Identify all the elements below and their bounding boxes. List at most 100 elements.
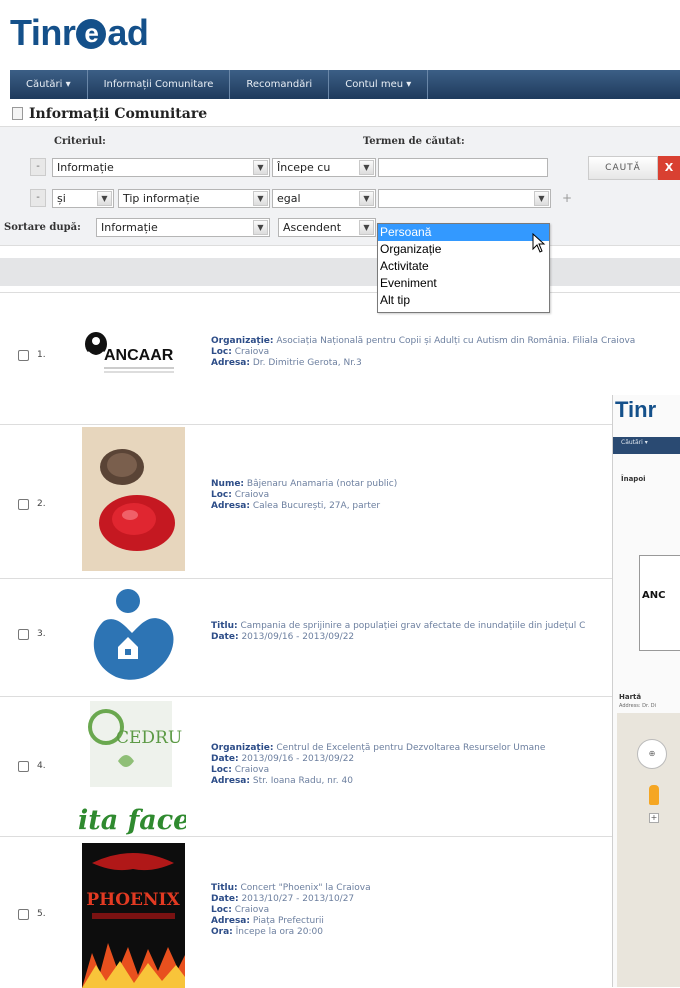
criterion-field-value-1: Informație [57, 161, 114, 174]
nav-cautari[interactable]: Căutări ▾ [10, 70, 88, 99]
charity-heart-logo [82, 581, 182, 687]
search-button[interactable]: CAUTĂ [588, 156, 658, 180]
results-header-band [0, 258, 680, 286]
sort-label: Sortare după: [4, 222, 81, 233]
sort-field-select[interactable]: Informație ▼ [96, 218, 270, 237]
result-field: Organizație: Asociația Națională pentru … [211, 336, 636, 346]
operator-value-2: egal [277, 192, 301, 205]
operator-value-1: Începe cu [277, 161, 331, 174]
dropdown-option-persoana[interactable]: Persoană [378, 224, 549, 241]
info-type-select[interactable]: ▼ [378, 189, 551, 208]
criteria-label: Criteriul: [54, 136, 106, 147]
result-row: 3. Titlu: Campania de sprijinire a popul… [0, 578, 615, 694]
result-checkbox[interactable] [18, 629, 29, 640]
result-info: Organizație: Asociația Națională pentru … [211, 336, 635, 369]
result-field: Loc: Craiova [211, 347, 270, 357]
result-info: Titlu: Campania de sprijinire a populați… [211, 621, 585, 643]
chevron-down-icon: ▼ [253, 191, 268, 206]
logo-text-left: Tinr [10, 12, 76, 53]
chevron-down-icon: ▼ [97, 191, 112, 206]
ancaar-logo-text: ANCAAR [104, 347, 174, 364]
result-row: 5. PHOENIX Titlu: Concert "Phoenix" la C… [0, 836, 615, 988]
result-field: Date: 2013/09/16 - 2013/09/22 [211, 754, 355, 764]
result-field: Nume: Bâjenaru Anamaria (notar public) [211, 479, 398, 489]
chevron-down-icon: ▼ [253, 220, 268, 235]
street-view-pegman-icon[interactable] [649, 785, 659, 805]
result-field: Adresa: Dr. Dimitrie Gerota, Nr.3 [211, 358, 362, 368]
chevron-down-icon: ▼ [534, 191, 549, 206]
map-zoom-in-icon[interactable]: + [649, 813, 659, 823]
remove-criterion-button-2[interactable]: - [30, 189, 46, 207]
logic-operator-value: și [57, 192, 66, 205]
result-checkbox[interactable] [18, 761, 29, 772]
overlay-logo-card: ANC [639, 555, 680, 651]
result-row: 1. ANCAAR Organizație: Asociația Naționa… [0, 292, 680, 422]
chevron-down-icon: ▼ [359, 160, 374, 175]
map-pan-control-icon[interactable]: ⊕ [637, 739, 667, 769]
logic-operator-select[interactable]: și ▼ [52, 189, 114, 208]
result-field: Ora: Începe la ora 20:00 [211, 927, 323, 937]
main-navbar: Căutări ▾ Informații Comunitare Recomand… [10, 70, 680, 99]
result-checkbox[interactable] [18, 499, 29, 510]
chevron-down-icon: ▼ [359, 220, 374, 235]
logo-e-icon: e [76, 19, 107, 49]
result-number: 5. [37, 909, 46, 919]
operator-select-1[interactable]: Începe cu ▼ [272, 158, 376, 177]
result-checkbox[interactable] [18, 350, 29, 361]
result-field: Loc: Craiova [211, 490, 270, 500]
criterion-field-select-2[interactable]: Tip informație ▼ [118, 189, 270, 208]
nav-informatii-comunitare[interactable]: Informații Comunitare [88, 70, 231, 99]
criterion-field-select-1[interactable]: Informație ▼ [52, 158, 270, 177]
result-number: 3. [37, 629, 46, 639]
add-criterion-button[interactable]: + [562, 191, 572, 205]
overlay-card-text: ANC [642, 590, 666, 601]
search-term-input[interactable] [378, 158, 548, 177]
cedru-tagline: ita face c [78, 805, 186, 835]
chevron-down-icon: ▼ [253, 160, 268, 175]
result-field: Adresa: Piața Prefecturii [211, 916, 324, 926]
result-field: Adresa: Str. Ioana Radu, nr. 40 [211, 776, 353, 786]
close-search-button[interactable]: X [658, 156, 680, 180]
wax-seal-image [82, 427, 185, 571]
poster-title: PHOENIX [86, 890, 180, 910]
sort-field-value: Informație [101, 221, 158, 234]
sort-order-select[interactable]: Ascendent ▼ [278, 218, 376, 237]
tinread-logo[interactable]: Tinr e ad [10, 12, 149, 54]
dropdown-option-alt-tip[interactable]: Alt tip [378, 292, 549, 309]
cedru-logo-text: CEDRU [116, 728, 182, 748]
result-info: Organizație: Centrul de Excelență pentru… [211, 743, 545, 787]
nav-contul-meu[interactable]: Contul meu ▾ [329, 70, 429, 99]
result-field: Loc: Craiova [211, 905, 270, 915]
chevron-down-icon: ▼ [359, 191, 374, 206]
phoenix-concert-poster: PHOENIX [82, 843, 185, 988]
result-number: 4. [37, 761, 46, 771]
result-field: Organizație: Centrul de Excelență pentru… [211, 743, 546, 753]
result-info: Titlu: Concert "Phoenix" la Craiova Date… [211, 883, 371, 938]
overlay-back-link[interactable]: Înapoi [621, 475, 646, 483]
remove-criterion-button-1[interactable]: - [30, 158, 46, 176]
result-field: Loc: Craiova [211, 765, 270, 775]
page-title: Informații Comunitare [12, 106, 207, 122]
criterion-field-value-2: Tip informație [123, 192, 200, 205]
result-field: Titlu: Concert "Phoenix" la Craiova [211, 883, 371, 893]
result-field: Adresa: Calea București, 27A, parter [211, 501, 381, 511]
result-field: Titlu: Campania de sprijinire a populați… [211, 621, 586, 631]
info-type-dropdown-list: Persoană Organizație Activitate Evenimen… [377, 223, 550, 313]
result-number: 1. [37, 350, 46, 360]
operator-select-2[interactable]: egal ▼ [272, 189, 376, 208]
overlay-nav-label[interactable]: Căutări ▾ [621, 439, 648, 446]
dropdown-option-organizatie[interactable]: Organizație [378, 241, 549, 258]
result-number: 2. [37, 499, 46, 509]
overlay-map-label: Hartă [619, 693, 642, 701]
result-checkbox[interactable] [18, 909, 29, 920]
dropdown-option-activitate[interactable]: Activitate [378, 258, 549, 275]
result-field: Date: 2013/10/27 - 2013/10/27 [211, 894, 355, 904]
cedru-logo: CEDRU ita face c [76, 701, 186, 835]
result-info: Nume: Bâjenaru Anamaria (notar public) L… [211, 479, 397, 512]
result-field: Date: 2013/09/16 - 2013/09/22 [211, 632, 355, 642]
nav-recomandari[interactable]: Recomandări [230, 70, 330, 99]
search-term-label: Termen de căutat: [363, 136, 465, 147]
ancaar-logo: ANCAAR [82, 326, 182, 378]
dropdown-option-eveniment[interactable]: Eveniment [378, 275, 549, 292]
logo-text-right: ad [107, 12, 149, 53]
